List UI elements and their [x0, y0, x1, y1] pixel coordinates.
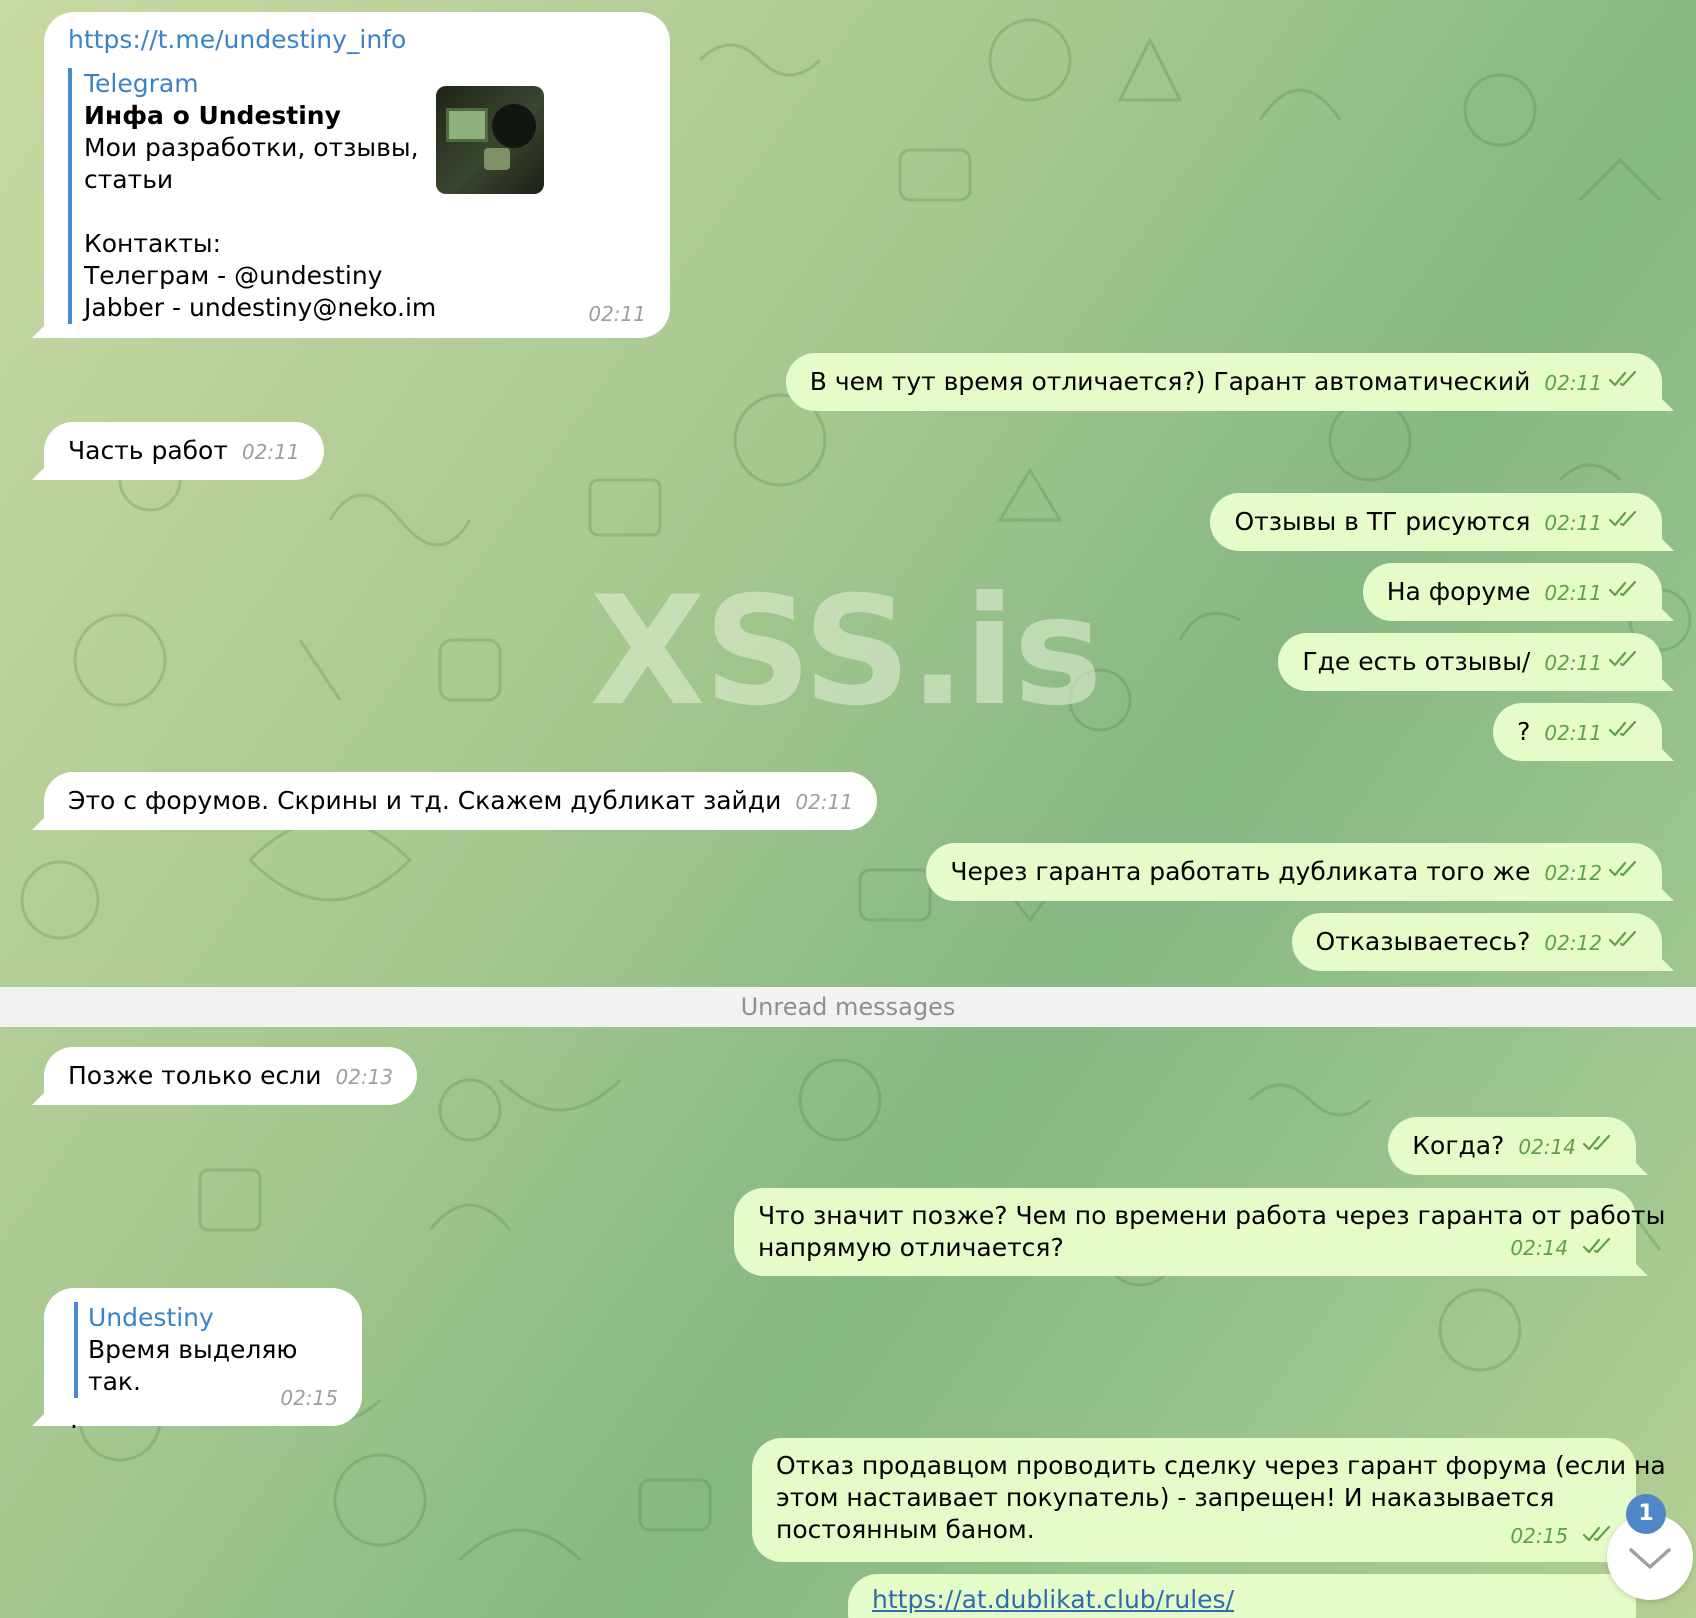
message-outgoing[interactable]: Отказ продавцом проводить сделку через г…	[752, 1438, 1666, 1562]
preview-line: Контакты:	[84, 229, 222, 258]
message-link[interactable]: https://at.dublikat.club/rules/	[872, 1585, 1234, 1614]
unread-messages-divider: Unread messages	[0, 987, 1696, 1027]
message-link-preview[interactable]: https://t.me/undestiny_info Telegram Инф…	[44, 12, 670, 338]
message-incoming-reply[interactable]: Undestiny Время выделяю так. . 02:15	[44, 1288, 362, 1434]
message-time: 02:15	[280, 1386, 338, 1410]
message-text-line: напрямую отличается?	[758, 1233, 1064, 1262]
message-text-line: этом настаивает покупатель) - запрещен! …	[776, 1483, 1555, 1512]
message-outgoing[interactable]: В чем тут время отличается?) Гарант авто…	[785, 353, 1662, 411]
message-outgoing[interactable]: Отзывы в ТГ рисуются 02:11	[1210, 493, 1662, 551]
message-incoming[interactable]: Это с форумов. Скрины и тд. Скажем дубли…	[44, 772, 877, 830]
double-check-icon	[1608, 510, 1637, 527]
message-outgoing[interactable]: ? 02:11	[1493, 703, 1662, 761]
preview-line: Телеграм - @undestiny	[84, 261, 383, 290]
message-text: Через гаранта работать дубликата того же	[950, 857, 1531, 886]
double-check-icon	[1608, 650, 1637, 667]
preview-thumbnail-image[interactable]	[436, 86, 544, 194]
message-text: Где есть отзывы/	[1302, 647, 1531, 676]
message-outgoing[interactable]: Отказываетесь? 02:12	[1291, 913, 1662, 971]
message-time: 02:11	[241, 440, 300, 464]
message-outgoing[interactable]: Что значит позже? Чем по времени работа …	[734, 1188, 1666, 1276]
message-time: 02:11	[1544, 581, 1602, 605]
message-text-line: Отказ продавцом проводить сделку через г…	[776, 1451, 1666, 1480]
message-meta: 02:11	[574, 299, 646, 328]
message-text: На форуме	[1386, 577, 1531, 606]
message-time: 02:14	[1510, 1236, 1569, 1260]
message-url-link[interactable]: https://t.me/undestiny_info	[68, 24, 646, 56]
message-outgoing[interactable]: Через гаранта работать дубликата того же…	[926, 843, 1662, 901]
message-text: ?	[1517, 717, 1531, 746]
double-check-icon	[1582, 1237, 1611, 1254]
message-text: Когда?	[1412, 1131, 1505, 1160]
message-time: 02:15	[1510, 1524, 1569, 1548]
message-text: Отзывы в ТГ рисуются	[1234, 507, 1531, 536]
message-text-line: постоянным баном.	[776, 1515, 1035, 1544]
message-time: 02:11	[1544, 511, 1602, 535]
message-time: 02:13	[335, 1065, 394, 1089]
chat-area[interactable]: XSS.is https://t.me/undestiny_info Teleg…	[0, 0, 1696, 1618]
message-time: 02:11	[1544, 371, 1602, 395]
double-check-icon	[1608, 930, 1637, 947]
unread-count-badge: 1	[1626, 1494, 1666, 1534]
link-preview-card[interactable]: Telegram Инфа о Undestiny Мои разработки…	[68, 68, 544, 324]
message-text-line: Что значит позже? Чем по времени работа …	[758, 1201, 1666, 1230]
message-time: 02:11	[1544, 651, 1602, 675]
message-time: 02:11	[588, 302, 646, 326]
watermark-text: XSS.is	[590, 565, 1103, 739]
message-time: 02:14	[1518, 1135, 1576, 1159]
message-time: 02:12	[1544, 931, 1602, 955]
message-meta: 02:14	[1496, 1231, 1612, 1264]
double-check-icon	[1608, 370, 1637, 387]
message-text: Позже только если	[68, 1061, 322, 1090]
message-outgoing[interactable]: Когда? 02:14	[1388, 1117, 1636, 1175]
message-outgoing[interactable]: На форуме 02:11	[1362, 563, 1662, 621]
message-meta: 02:15	[266, 1381, 338, 1414]
double-check-icon	[1608, 580, 1637, 597]
double-check-icon	[1608, 860, 1637, 877]
message-incoming[interactable]: Часть работ 02:11	[44, 422, 324, 480]
message-text: Это с форумов. Скрины и тд. Скажем дубли…	[68, 786, 782, 815]
message-text: Отказываетесь?	[1315, 927, 1531, 956]
quote-author: Undestiny	[88, 1303, 214, 1332]
message-text: Часть работ	[68, 436, 228, 465]
message-meta: 02:15	[1496, 1519, 1612, 1552]
message-time: 02:11	[1544, 721, 1602, 745]
message-outgoing[interactable]: Где есть отзывы/ 02:11	[1278, 633, 1662, 691]
double-check-icon	[1582, 1134, 1611, 1151]
message-incoming[interactable]: Позже только если 02:13	[44, 1047, 418, 1105]
message-text: В чем тут время отличается?) Гарант авто…	[809, 367, 1531, 396]
preview-line: Jabber - undestiny@neko.im	[84, 293, 437, 322]
message-time: 02:12	[1544, 861, 1602, 885]
message-outgoing[interactable]: https://at.dublikat.club/rules/	[848, 1574, 1636, 1618]
message-time: 02:11	[795, 790, 853, 814]
double-check-icon	[1608, 720, 1637, 737]
